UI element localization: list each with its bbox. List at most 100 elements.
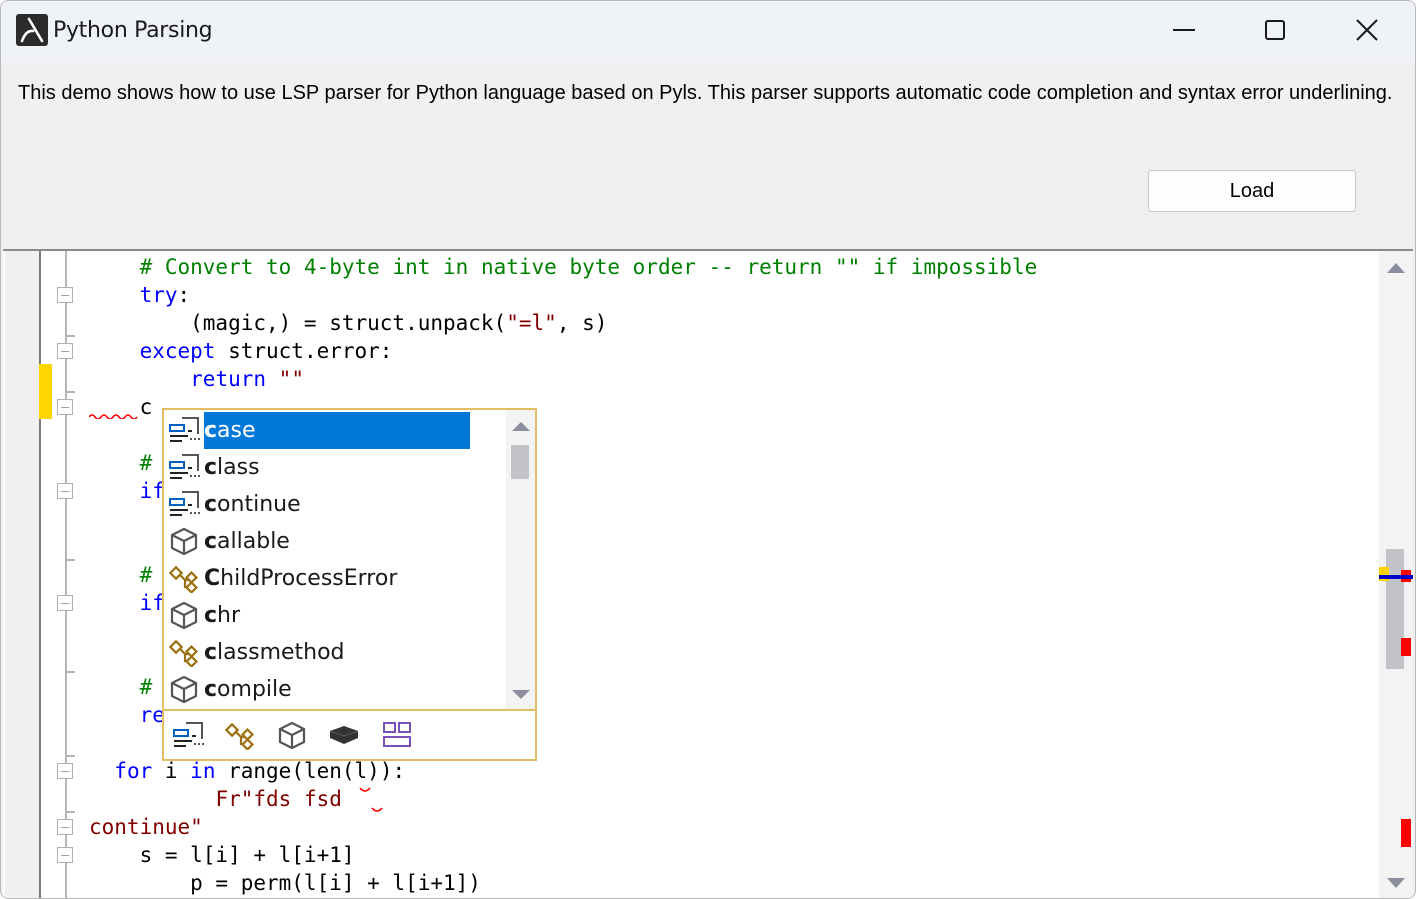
code-line[interactable]: # (89, 449, 153, 477)
code-token: : (177, 283, 191, 307)
snippet-filter-button[interactable] (380, 720, 416, 752)
title-bar: Python Parsing (1, 1, 1415, 61)
fold-end-marker (65, 559, 75, 561)
keyword-token: in (190, 759, 216, 783)
close-icon (1356, 19, 1378, 41)
comment-token: # (139, 451, 153, 475)
scroll-up-arrow-icon[interactable] (512, 422, 530, 431)
code-token: i (152, 759, 191, 783)
completion-item[interactable]: chr (164, 597, 504, 634)
string-token: "=l" (506, 311, 557, 335)
code-token: struct.error: (215, 339, 393, 363)
fold-toggle[interactable] (57, 483, 73, 499)
code-editor[interactable]: # Convert to 4-byte int in native byte o… (3, 249, 1413, 898)
class-icon (168, 563, 200, 595)
code-line[interactable]: try: (89, 281, 191, 309)
string-token: "" (278, 367, 304, 391)
scroll-thumb[interactable] (511, 445, 529, 479)
fold-toggle[interactable] (57, 399, 73, 415)
completion-list[interactable]: case class continue callable ChildProcessErr… (164, 410, 504, 709)
keyword-filter-button[interactable] (172, 720, 208, 752)
code-line[interactable]: # (89, 673, 153, 701)
fold-end-marker (65, 755, 75, 757)
scroll-up-arrow-icon[interactable] (1387, 263, 1405, 273)
minimize-button[interactable] (1138, 1, 1230, 59)
completion-item[interactable]: classmethod (164, 634, 504, 671)
gutter (5, 251, 41, 898)
completion-item-label: callable (204, 529, 290, 554)
code-token: range(len(l)): (215, 759, 406, 783)
class-icon (168, 637, 200, 669)
completion-item[interactable]: continue (164, 486, 504, 523)
class-filter-button[interactable] (224, 720, 260, 752)
completion-filter-bar (164, 709, 535, 761)
completion-item-label: compile (204, 677, 292, 702)
fold-toggle[interactable] (57, 763, 73, 779)
keyword-icon (172, 722, 206, 754)
code-line[interactable]: # (89, 561, 153, 589)
completion-item-label: ChildProcessError (204, 566, 398, 591)
maximize-button[interactable] (1229, 1, 1321, 59)
code-line[interactable]: return "" (89, 365, 304, 393)
string-token: Fr"fds fsd (215, 787, 342, 811)
comment-token: # (139, 675, 153, 699)
completion-item-label: case (204, 412, 470, 449)
completion-item[interactable]: ChildProcessError (164, 560, 504, 597)
completion-scrollbar[interactable] (506, 410, 535, 709)
code-line[interactable]: # Convert to 4-byte int in native byte o… (89, 253, 1038, 281)
code-line[interactable]: s = l[i] + l[i+1] (89, 841, 355, 869)
code-token: s = l[i] + l[i+1] (89, 843, 355, 867)
scroll-down-arrow-icon[interactable] (1387, 878, 1405, 888)
code-line[interactable]: (magic,) = struct.unpack("=l", s) (89, 309, 607, 337)
fold-toggle[interactable] (57, 287, 73, 303)
code-line[interactable]: continue" (89, 813, 203, 841)
completion-item[interactable]: compile (164, 671, 504, 708)
fold-toggle[interactable] (57, 847, 73, 863)
code-line[interactable]: p = perm(l[i] + l[i+1]) (89, 869, 481, 897)
code-line[interactable]: re (89, 701, 165, 729)
keyword-token: return (190, 367, 267, 391)
fold-toggle[interactable] (57, 343, 73, 359)
code-line[interactable]: except struct.error: (89, 337, 393, 365)
fold-toggle[interactable] (57, 819, 73, 835)
keyword-token: try (139, 283, 178, 307)
scroll-down-arrow-icon[interactable] (512, 690, 530, 699)
completion-item[interactable]: case (164, 412, 504, 449)
code-line[interactable]: if (89, 477, 165, 505)
comment-token: # (139, 563, 153, 587)
vertical-scrollbar[interactable] (1379, 251, 1413, 898)
completion-item[interactable]: callable (164, 523, 504, 560)
close-button[interactable] (1321, 1, 1413, 59)
completion-item-label: class (204, 455, 260, 480)
caret-position-marker (1379, 575, 1413, 579)
fold-end-marker (65, 671, 75, 673)
keyword-token: for (114, 759, 153, 783)
code-line[interactable]: Fr"fds fsd (89, 785, 342, 813)
function-icon (276, 721, 310, 754)
module-filter-button[interactable] (328, 720, 364, 752)
function-icon (168, 674, 200, 706)
error-marker (1401, 638, 1411, 656)
code-line[interactable]: for i in range(len(l)): (89, 757, 405, 785)
maximize-icon (1265, 20, 1285, 40)
function-filter-button[interactable] (276, 720, 312, 752)
string-token: continue" (89, 815, 203, 839)
code-token: (magic,) = struct.unpack( (89, 311, 507, 335)
load-button[interactable]: Load (1148, 170, 1356, 212)
completion-item[interactable]: class (164, 449, 504, 486)
code-token: , s) (556, 311, 608, 335)
snippet-icon (380, 722, 414, 754)
completion-popup[interactable]: case class continue callable ChildProcessErr… (162, 408, 537, 761)
fold-toggle[interactable] (57, 595, 73, 611)
app-window: Python Parsing This demo shows how to us… (0, 0, 1416, 899)
fold-end-marker (65, 391, 75, 393)
keyword-icon (168, 489, 200, 521)
function-icon (168, 526, 200, 558)
